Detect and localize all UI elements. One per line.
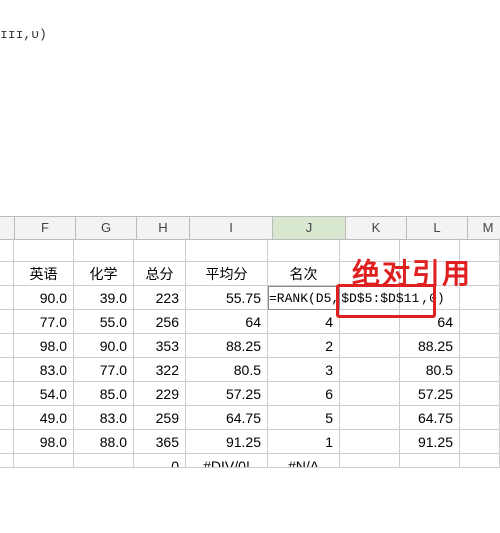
col-header-M[interactable]: M (468, 217, 500, 239)
cell-average[interactable]: 64 (186, 310, 268, 334)
cell-total[interactable]: 223 (134, 286, 186, 310)
cell-english[interactable]: 54.0 (14, 382, 74, 406)
cell-english[interactable]: 98.0 (14, 430, 74, 454)
col-header-G[interactable]: G (76, 217, 137, 239)
header-average[interactable]: 平均分 (186, 262, 268, 286)
formula-bar-fragment: ɪɪɪ,ᴜ) (0, 27, 47, 42)
cell-chemistry[interactable]: 85.0 (74, 382, 134, 406)
header-english[interactable]: 英语 (14, 262, 74, 286)
cell[interactable] (460, 358, 500, 382)
formula-prefix: =RANK(D5 (269, 291, 331, 306)
cell[interactable] (134, 238, 186, 262)
cell[interactable]: 64 (400, 310, 460, 334)
cell-chemistry[interactable]: 83.0 (74, 406, 134, 430)
cell[interactable] (0, 454, 14, 468)
formula-suffix: 0) (429, 291, 445, 306)
cell-average[interactable]: 55.75 (186, 286, 268, 310)
cell-rank[interactable]: 2 (268, 334, 340, 358)
cell[interactable]: 88.25 (400, 334, 460, 358)
col-header-L[interactable]: L (407, 217, 468, 239)
cell[interactable] (0, 238, 14, 262)
col-header-partial[interactable] (0, 217, 15, 239)
cell[interactable] (268, 238, 340, 262)
cell[interactable] (0, 286, 14, 310)
cell-chemistry[interactable]: 39.0 (74, 286, 134, 310)
cell[interactable] (340, 358, 400, 382)
cell[interactable] (460, 454, 500, 468)
header-total[interactable]: 总分 (134, 262, 186, 286)
col-header-I[interactable]: I (190, 217, 273, 239)
cell[interactable] (460, 334, 500, 358)
cell-rank[interactable]: 3 (268, 358, 340, 382)
cell-english[interactable]: 77.0 (14, 310, 74, 334)
cell-average[interactable]: 57.25 (186, 382, 268, 406)
col-header-J[interactable]: J (273, 217, 346, 239)
cell[interactable]: 91.25 (400, 430, 460, 454)
cell-error-na[interactable]: #N/A (268, 454, 340, 468)
cell[interactable] (460, 310, 500, 334)
cell-total[interactable]: 353 (134, 334, 186, 358)
cell-total[interactable]: 256 (134, 310, 186, 334)
cell[interactable] (0, 262, 14, 286)
col-header-F[interactable]: F (15, 217, 76, 239)
cell-total[interactable]: 0 (134, 454, 186, 468)
column-header-row: F G H I J K L M (0, 216, 500, 240)
cell[interactable] (400, 454, 460, 468)
cell-total[interactable]: 229 (134, 382, 186, 406)
cell[interactable] (340, 382, 400, 406)
cell[interactable] (340, 406, 400, 430)
cell-english[interactable]: 98.0 (14, 334, 74, 358)
col-header-K[interactable]: K (346, 217, 407, 239)
cell[interactable] (0, 430, 14, 454)
cell[interactable] (14, 454, 74, 468)
cell-chemistry[interactable]: 77.0 (74, 358, 134, 382)
cell[interactable] (460, 430, 500, 454)
cell-english[interactable]: 49.0 (14, 406, 74, 430)
cell[interactable] (0, 406, 14, 430)
cell-total[interactable]: 322 (134, 358, 186, 382)
cell-total[interactable]: 365 (134, 430, 186, 454)
cell-error-div0[interactable]: #DIV/0! (186, 454, 268, 468)
cell[interactable] (340, 310, 400, 334)
cell[interactable] (0, 382, 14, 406)
cell[interactable] (340, 454, 400, 468)
cell-chemistry[interactable]: 55.0 (74, 310, 134, 334)
col-header-H[interactable]: H (137, 217, 190, 239)
annotation-absolute-reference: 绝对引用 (352, 252, 472, 292)
cell-english[interactable]: 90.0 (14, 286, 74, 310)
cell-average[interactable]: 80.5 (186, 358, 268, 382)
cell-average[interactable]: 91.25 (186, 430, 268, 454)
cell-average[interactable]: 64.75 (186, 406, 268, 430)
cell[interactable] (74, 454, 134, 468)
cell[interactable] (14, 238, 74, 262)
formula-editing-cell[interactable]: =RANK(D5,$D$5:$D$11,0) (268, 286, 340, 310)
cell[interactable] (340, 430, 400, 454)
cell[interactable]: 57.25 (400, 382, 460, 406)
cell-average[interactable]: 88.25 (186, 334, 268, 358)
cell[interactable] (0, 358, 14, 382)
cell-english[interactable]: 83.0 (14, 358, 74, 382)
cell-chemistry[interactable]: 88.0 (74, 430, 134, 454)
cell[interactable] (74, 238, 134, 262)
cell-total[interactable]: 259 (134, 406, 186, 430)
cell[interactable] (340, 334, 400, 358)
cell-rank[interactable]: 5 (268, 406, 340, 430)
cell[interactable]: 80.5 (400, 358, 460, 382)
header-chemistry[interactable]: 化学 (74, 262, 134, 286)
cell-rank[interactable]: 6 (268, 382, 340, 406)
header-rank[interactable]: 名次 (268, 262, 340, 286)
cell[interactable]: 64.75 (400, 406, 460, 430)
cell-rank[interactable]: 1 (268, 430, 340, 454)
cell[interactable] (0, 310, 14, 334)
cell[interactable] (0, 334, 14, 358)
cell-rank[interactable]: 4 (268, 310, 340, 334)
cell[interactable] (460, 382, 500, 406)
formula-ref-box: $D$5:$D$11 (339, 290, 421, 307)
cell[interactable] (186, 238, 268, 262)
cell[interactable] (460, 406, 500, 430)
cell-chemistry[interactable]: 90.0 (74, 334, 134, 358)
